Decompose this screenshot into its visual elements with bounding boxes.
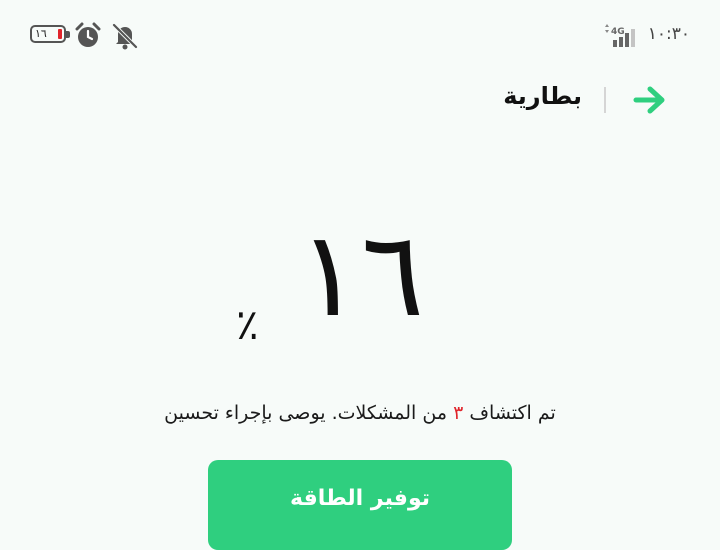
header-divider xyxy=(604,87,606,113)
percent-sign: ٪ xyxy=(236,300,259,349)
battery-icon: ١٦ xyxy=(30,25,70,43)
status-time: ١٠:٣٠ xyxy=(647,24,690,44)
status-bar: ١٦ 4G ١٠:٣٠ xyxy=(0,0,720,70)
network-type-label: 4G xyxy=(611,27,625,37)
battery-percentage: ١٦ xyxy=(297,205,425,343)
arrow-right-icon[interactable] xyxy=(632,84,668,116)
save-power-label: توفير الطاقة xyxy=(289,486,431,511)
issues-count: ٣ xyxy=(453,402,464,424)
signal-icon: 4G xyxy=(605,24,635,47)
battery-level-text: ١٦ xyxy=(35,27,47,40)
issues-summary: تم اكتشاف ٣ من المشكلات. يوصى بإجراء تحس… xyxy=(0,402,720,424)
issues-suffix: من المشكلات. يوصى بإجراء تحسين xyxy=(164,402,448,424)
save-power-button[interactable]: توفير الطاقة xyxy=(208,460,512,550)
page-title: بطارية xyxy=(503,82,582,110)
header xyxy=(0,70,720,130)
issues-prefix: تم اكتشاف xyxy=(469,402,556,424)
battery-level-indicator xyxy=(58,29,62,39)
mute-icon xyxy=(112,23,138,50)
alarm-icon xyxy=(75,22,101,47)
